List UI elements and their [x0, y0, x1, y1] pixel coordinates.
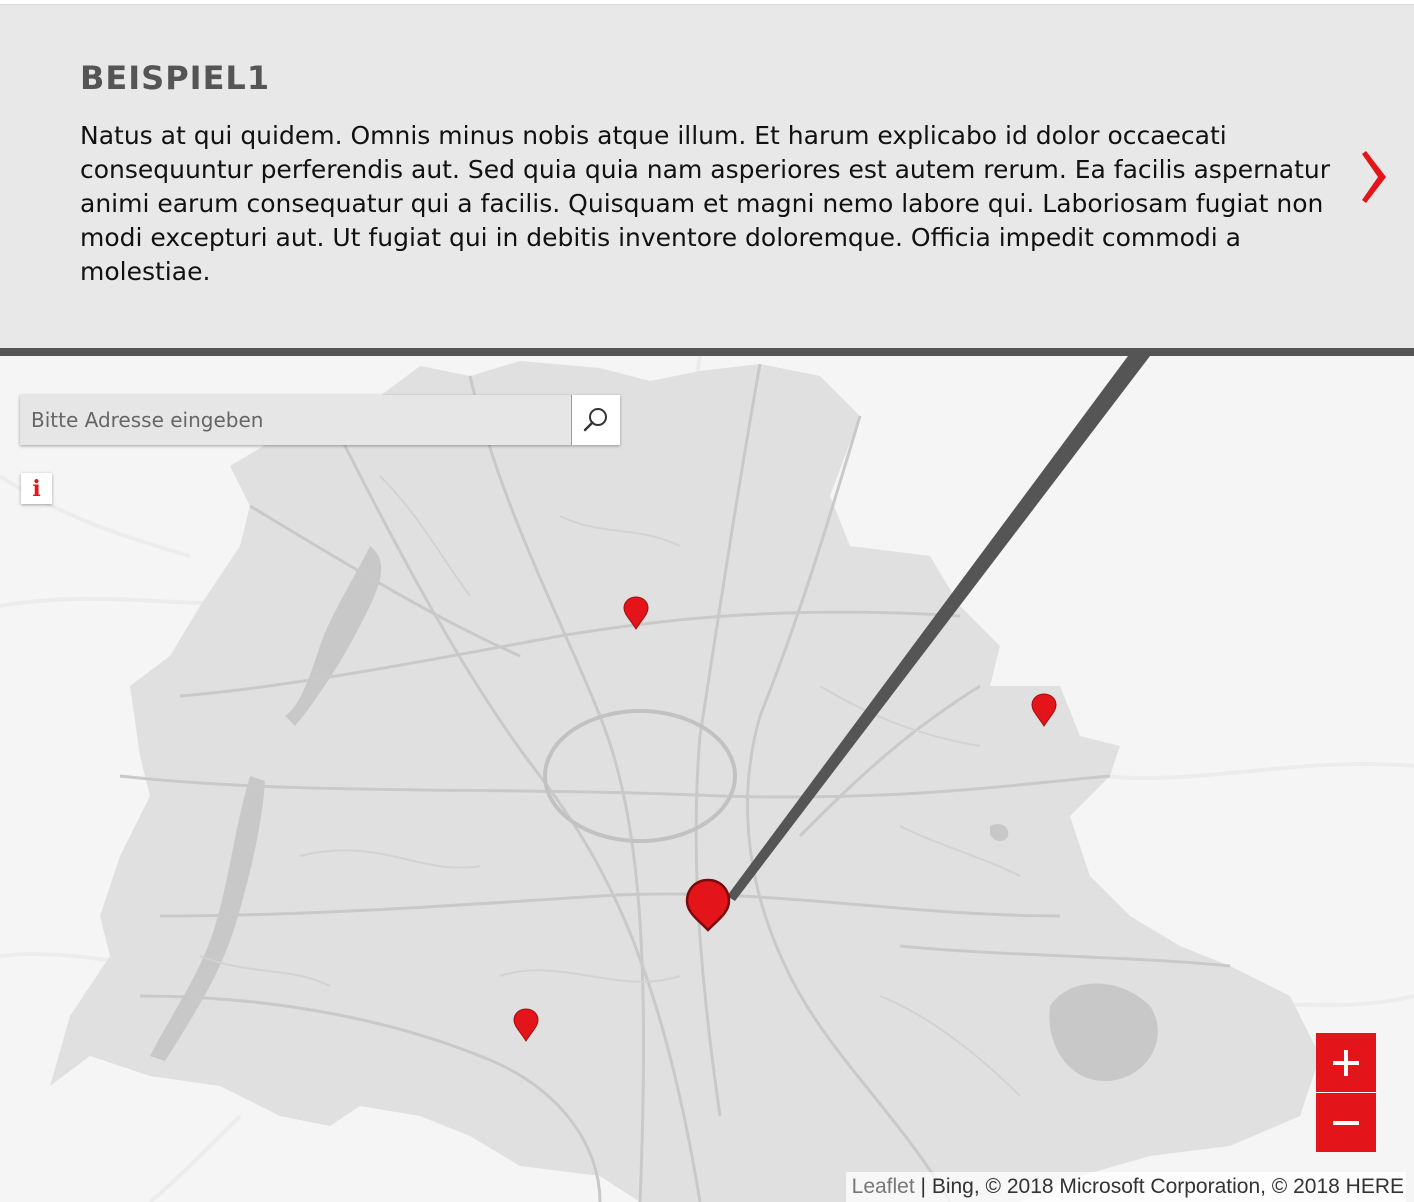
- search-icon: [583, 408, 607, 432]
- minus-icon: [1333, 1120, 1359, 1125]
- info-panel: BEISPIEL1 Natus at qui quidem. Omnis min…: [0, 5, 1414, 348]
- search-button[interactable]: [571, 395, 620, 445]
- next-button[interactable]: [1358, 145, 1394, 209]
- selected-map-marker[interactable]: [685, 878, 731, 932]
- info-icon: i: [32, 475, 41, 502]
- zoom-in-button[interactable]: [1316, 1033, 1376, 1092]
- zoom-control: [1316, 1033, 1376, 1153]
- attribution-text: Bing, © 2018 Microsoft Corporation, © 20…: [931, 1175, 1404, 1198]
- map-tiles: [0, 356, 1414, 1202]
- info-button[interactable]: i: [21, 473, 52, 504]
- map-view[interactable]: i Leaflet | Bing, © 2018 Microsoft Corpo…: [0, 356, 1414, 1202]
- chevron-right-icon: [1362, 151, 1386, 203]
- map-attribution: Leaflet | Bing, © 2018 Microsoft Corpora…: [845, 1172, 1406, 1202]
- attribution-separator: |: [914, 1175, 932, 1198]
- map-marker[interactable]: [513, 1008, 539, 1042]
- address-search-input[interactable]: [20, 395, 570, 445]
- panel-title: BEISPIEL1: [80, 59, 271, 97]
- map-marker[interactable]: [623, 596, 649, 630]
- leaflet-link[interactable]: Leaflet: [852, 1175, 915, 1198]
- address-search: [20, 395, 620, 445]
- map-marker[interactable]: [1031, 693, 1057, 727]
- zoom-out-button[interactable]: [1316, 1093, 1376, 1152]
- plus-icon: [1333, 1049, 1359, 1076]
- panel-description: Natus at qui quidem. Omnis minus nobis a…: [80, 121, 1330, 286]
- panel-divider: [0, 348, 1414, 356]
